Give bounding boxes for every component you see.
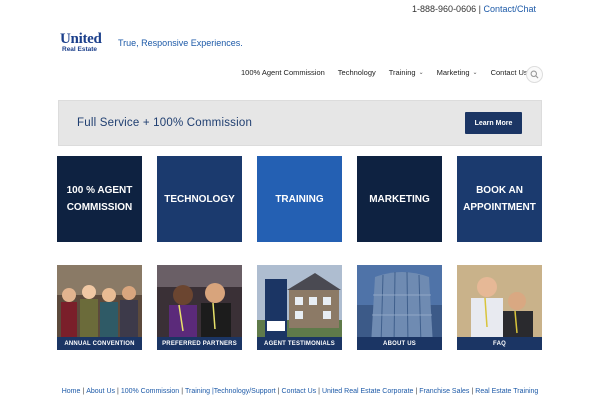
- footer-link-real-estate-training[interactable]: Real Estate Training: [475, 388, 538, 395]
- footer-link-franchise-sales[interactable]: Franchise Sales: [419, 388, 469, 395]
- search-button[interactable]: [526, 66, 543, 83]
- photo-agent-testimonials[interactable]: AGENT TESTIMONIALS: [257, 265, 342, 350]
- nav-item-marketing[interactable]: Marketing ⌄: [437, 68, 478, 77]
- tile-line: BOOK AN: [476, 185, 523, 196]
- tile-book-appointment[interactable]: BOOK AN APPOINTMENT: [457, 156, 542, 242]
- footer-link-commission[interactable]: 100% Commission: [121, 388, 179, 395]
- tile-line: COMMISSION: [66, 202, 133, 213]
- site-logo[interactable]: United Real Estate: [60, 31, 102, 54]
- tile-line: 100 % AGENT: [66, 185, 133, 196]
- tagline: True, Responsive Experiences.: [118, 38, 243, 48]
- tile-line: APPOINTMENT: [463, 202, 536, 213]
- nav-item-label: Contact Us: [490, 68, 528, 77]
- tile-agent-commission[interactable]: 100 % AGENT COMMISSION: [57, 156, 142, 242]
- photo-about-us[interactable]: ABOUT US: [357, 265, 442, 350]
- main-nav: 100% Agent Commission Technology Trainin…: [241, 68, 541, 77]
- topbar-separator: |: [478, 4, 481, 14]
- nav-item-label: 100% Agent Commission: [241, 68, 325, 77]
- search-icon: [530, 70, 539, 79]
- nav-item-label: Technology: [337, 68, 376, 77]
- nav-item-contact-us[interactable]: Contact Us: [491, 68, 528, 77]
- tile-training[interactable]: TRAINING: [257, 156, 342, 242]
- phone-number[interactable]: 1-888-960-0606: [412, 4, 476, 14]
- tile-line: TRAINING: [275, 193, 324, 205]
- top-contact-bar: 1-888-960-0606 | Contact/Chat: [412, 4, 536, 14]
- photo-links: ANNUAL CONVENTION PREFERRED PARTNERS AGE…: [57, 265, 543, 350]
- footer-links: Home | About Us | 100% Commission | Training |…: [0, 388, 600, 395]
- photo-faq[interactable]: FAQ: [457, 265, 542, 350]
- learn-more-button[interactable]: Learn More: [465, 112, 522, 134]
- nav-item-label: Training: [388, 68, 416, 77]
- nav-item-label: Marketing: [436, 68, 470, 77]
- photo-label: ABOUT US: [357, 337, 442, 350]
- tile-line: MARKETING: [369, 193, 430, 205]
- footer-link-training-technology[interactable]: Training |Technology/Support: [185, 388, 276, 395]
- photo-label: ANNUAL CONVENTION: [57, 337, 142, 350]
- nav-item-training[interactable]: Training ⌄: [389, 68, 424, 77]
- photo-label: PREFERRED PARTNERS: [157, 337, 242, 350]
- tile-marketing[interactable]: MARKETING: [357, 156, 442, 242]
- footer-link-about-us[interactable]: About Us: [86, 388, 115, 395]
- feature-tiles: 100 % AGENT COMMISSION TECHNOLOGY TRAININ…: [57, 156, 543, 242]
- tile-technology[interactable]: TECHNOLOGY: [157, 156, 242, 242]
- contact-chat-link[interactable]: Contact/Chat: [483, 4, 536, 14]
- nav-item-agent-commission[interactable]: 100% Agent Commission: [241, 68, 325, 77]
- footer-link-contact-us[interactable]: Contact Us: [282, 388, 317, 395]
- photo-annual-convention[interactable]: ANNUAL CONVENTION: [57, 265, 142, 350]
- nav-item-technology[interactable]: Technology: [338, 68, 376, 77]
- logo-subtitle: Real Estate: [62, 46, 98, 53]
- promo-banner: Full Service + 100% Commission Learn Mor…: [58, 100, 542, 146]
- photo-label: AGENT TESTIMONIALS: [257, 337, 342, 350]
- footer-link-corporate[interactable]: United Real Estate Corporate: [322, 388, 413, 395]
- chevron-down-icon: ⌄: [418, 70, 424, 76]
- logo-word: United: [60, 31, 102, 47]
- photo-preferred-partners[interactable]: PREFERRED PARTNERS: [157, 265, 242, 350]
- chevron-down-icon: ⌄: [472, 70, 478, 76]
- footer-link-home[interactable]: Home: [62, 388, 81, 395]
- tile-line: TECHNOLOGY: [164, 193, 235, 205]
- banner-text: Full Service + 100% Commission: [77, 117, 253, 129]
- photo-label: FAQ: [457, 337, 542, 350]
